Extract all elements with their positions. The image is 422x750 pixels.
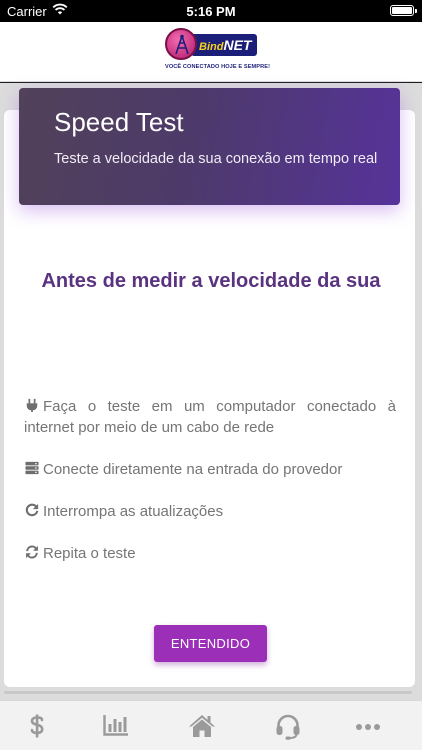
brand-logo: BindNET VOCÊ CONECTADO HOJE E SEMPRE!: [163, 26, 271, 74]
understood-button[interactable]: ENTENDIDO: [154, 625, 267, 662]
tip-item: Interrompa as atualizações: [24, 501, 396, 522]
instructions-heading: Antes de medir a velocidade da sua: [41, 270, 381, 292]
card-divider: [4, 691, 412, 694]
tab-speed-stats[interactable]: [86, 701, 146, 750]
home-icon: [189, 715, 215, 737]
tip-text: Repita o teste: [43, 545, 136, 562]
tab-more[interactable]: [338, 701, 398, 750]
logo-tagline: VOCÊ CONECTADO HOJE E SEMPRE!: [165, 64, 271, 70]
logo-wordmark: BindNET: [191, 34, 258, 56]
server-icon: [25, 461, 39, 475]
tab-home[interactable]: [172, 701, 232, 750]
tab-support[interactable]: [258, 701, 318, 750]
redo-icon: [25, 503, 39, 517]
app-header: BindNET VOCÊ CONECTADO HOJE E SEMPRE!: [0, 22, 422, 82]
battery-icon: [390, 5, 417, 16]
tip-item: Repita o teste: [24, 543, 396, 564]
speed-test-banner: Speed Test Teste a velocidade da sua con…: [19, 88, 400, 205]
plug-icon: [26, 398, 38, 412]
tip-text: Interrompa as atualizações: [43, 503, 224, 520]
tip-item: Faça o teste em um computador conectado …: [24, 396, 396, 438]
bar-chart-icon: [103, 715, 128, 736]
antenna-icon: [165, 28, 197, 60]
headset-icon: [276, 714, 300, 740]
page-title: Speed Test: [54, 107, 184, 137]
tab-bar: [0, 700, 422, 750]
dollar-icon: [30, 714, 44, 738]
tab-billing[interactable]: [7, 701, 67, 750]
tip-text: Conecte diretamente na entrada do proved…: [43, 461, 343, 478]
clock: 5:16 PM: [186, 4, 236, 19]
tip-text: Faça o teste em um computador conectado …: [24, 398, 396, 436]
sync-icon: [26, 545, 38, 559]
status-bar: Carrier 5:16 PM: [0, 0, 422, 22]
more-icon: [356, 724, 380, 730]
page-subtitle: Teste a velocidade da sua conexão em tem…: [54, 151, 378, 167]
tip-item: Conecte diretamente na entrada do proved…: [24, 459, 396, 480]
